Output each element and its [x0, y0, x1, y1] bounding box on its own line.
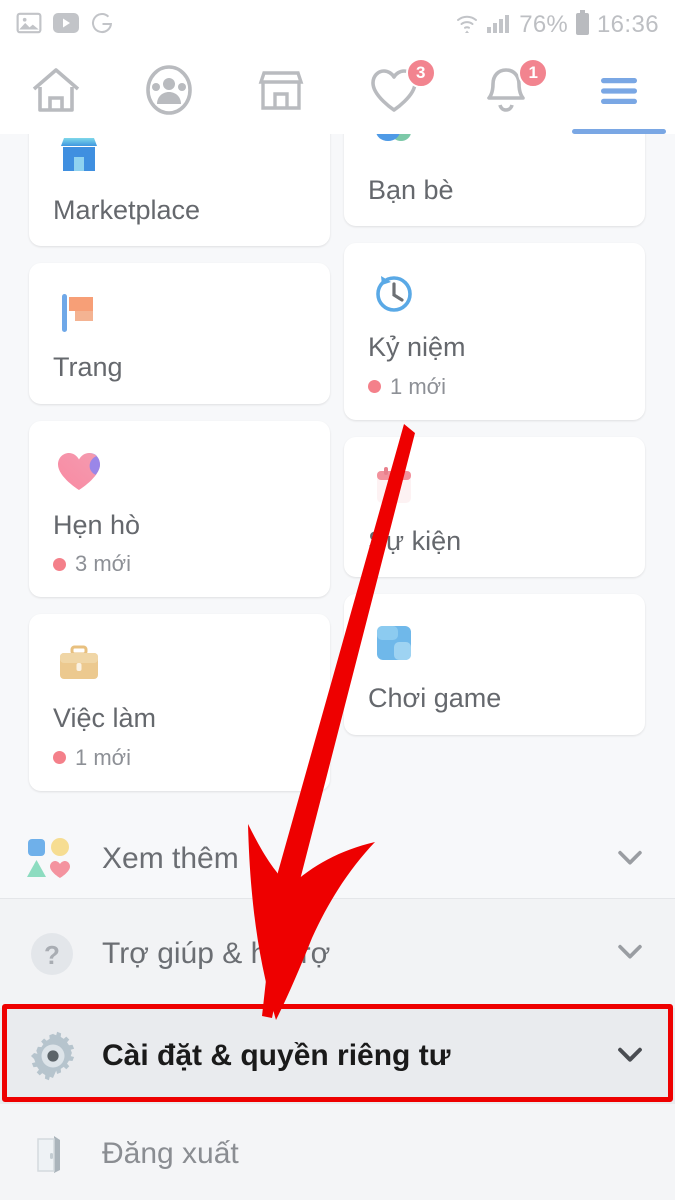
shortcut-label: Việc làm: [53, 703, 157, 734]
phone-screen: 76% 16:36 3 1 Marketplace Trang Hẹn hò 3…: [0, 0, 675, 1200]
menu-row-label: Cài đặt & quyền riêng tư: [102, 1039, 451, 1072]
marketplace-tab[interactable]: [225, 50, 338, 134]
shortcut-badge-row: 1 mới: [53, 745, 306, 771]
new-dot-icon: [53, 751, 66, 765]
gear-icon: [26, 1029, 102, 1083]
menu-row-logout[interactable]: Đăng xuất: [0, 1104, 675, 1200]
wifi-icon: [455, 11, 479, 40]
shortcuts-left-column: Marketplace Trang Hẹn hò 3 mới Việc làm …: [29, 134, 330, 808]
shortcut-sub-label: 3 mới: [75, 551, 131, 577]
svg-text:?: ?: [44, 940, 60, 970]
shortcut-label: Sự kiện: [368, 525, 462, 556]
shortcut-card-games[interactable]: Chơi game: [344, 594, 645, 735]
heart-icon: 3: [366, 57, 436, 121]
heart-color-icon: [53, 443, 306, 499]
shortcut-sub-label: 1 mới: [75, 744, 131, 770]
shortcut-label: Chơi game: [368, 683, 502, 714]
shortcut-label: Trang: [53, 352, 123, 383]
youtube-icon: [53, 12, 79, 38]
chevron-down-icon[interactable]: [613, 1037, 647, 1076]
menu-list: Xem thêm ? Trợ giúp & hỗ trợ Cài đặt & q…: [0, 820, 675, 1200]
home-icon: [28, 64, 84, 121]
home-tab[interactable]: [0, 50, 113, 134]
facebook-tab-bar: 3 1: [0, 50, 675, 134]
shop-icon: [253, 64, 309, 121]
shortcut-card-marketplace[interactable]: Marketplace: [29, 134, 330, 247]
battery-percent-label: 76%: [519, 11, 568, 38]
clock-label: 16:36: [596, 11, 659, 38]
shortcut-card-memories[interactable]: Kỷ niệm 1 mới: [344, 243, 645, 420]
friends-tab[interactable]: [113, 50, 226, 134]
friends-color-icon: [368, 134, 621, 164]
status-bar-right-icons: 76% 16:36: [455, 9, 659, 41]
shortcuts-right-column: Bạn bè Kỷ niệm 1 mới Sự kiện Chơi game: [344, 134, 645, 752]
menu-row-label: Đăng xuất: [102, 1137, 239, 1170]
shortcut-sub-label: 1 mới: [390, 373, 446, 399]
new-dot-icon: [368, 380, 381, 394]
cellular-signal-icon: [486, 11, 512, 40]
shortcut-label: Marketplace: [53, 195, 201, 225]
shortcut-badge-row: 1 mới: [368, 374, 621, 400]
status-bar-left-icons: [16, 10, 114, 41]
briefcase-icon: [53, 636, 306, 692]
watch-badge: 3: [405, 57, 436, 88]
shop-color-icon: [53, 134, 306, 184]
battery-icon: [575, 9, 590, 41]
image-icon: [16, 10, 42, 41]
status-bar: 76% 16:36: [0, 0, 675, 50]
calendar-icon: [368, 459, 621, 515]
chevron-down-icon[interactable]: [613, 934, 647, 973]
shortcut-label: Bạn bè: [368, 175, 454, 205]
hamburger-icon: [591, 64, 647, 121]
chevron-down-icon[interactable]: [613, 840, 647, 879]
menu-tab[interactable]: [563, 50, 675, 134]
menu-row-see-more[interactable]: Xem thêm: [0, 820, 675, 898]
friends-icon: [141, 64, 197, 121]
google-icon: [90, 11, 114, 40]
logout-door-icon: [26, 1129, 102, 1179]
shortcut-badge-row: 3 mới: [53, 551, 306, 577]
shortcuts-grid: Marketplace Trang Hẹn hò 3 mới Việc làm …: [0, 134, 675, 820]
clock-rewind-icon: [368, 265, 621, 321]
shortcut-card-events[interactable]: Sự kiện: [344, 436, 645, 578]
menu-row-settings-privacy[interactable]: Cài đặt & quyền riêng tư: [0, 1008, 675, 1104]
shortcut-label: Kỷ niệm: [368, 332, 466, 363]
menu-row-label: Xem thêm: [102, 842, 239, 875]
shortcut-card-pages[interactable]: Trang: [29, 263, 330, 404]
shortcut-card-jobs[interactable]: Việc làm 1 mới: [29, 614, 330, 791]
notifications-tab[interactable]: 1: [450, 50, 563, 134]
question-icon: ?: [26, 928, 102, 980]
menu-row-label: Trợ giúp & hỗ trợ: [102, 936, 331, 970]
notifications-badge: 1: [518, 57, 549, 88]
shortcut-card-dating[interactable]: Hẹn hò 3 mới: [29, 420, 330, 598]
shortcut-card-friends[interactable]: Bạn bè: [344, 134, 645, 227]
shapes-icon: [26, 836, 102, 882]
new-dot-icon: [53, 557, 66, 571]
watch-tab[interactable]: 3: [338, 50, 451, 134]
flag-icon: [53, 285, 306, 341]
gamepad-icon: [368, 616, 621, 672]
menu-row-help-support[interactable]: ? Trợ giúp & hỗ trợ: [0, 898, 675, 1008]
bell-icon: 1: [478, 57, 549, 121]
shortcut-label: Hẹn hò: [53, 509, 141, 540]
